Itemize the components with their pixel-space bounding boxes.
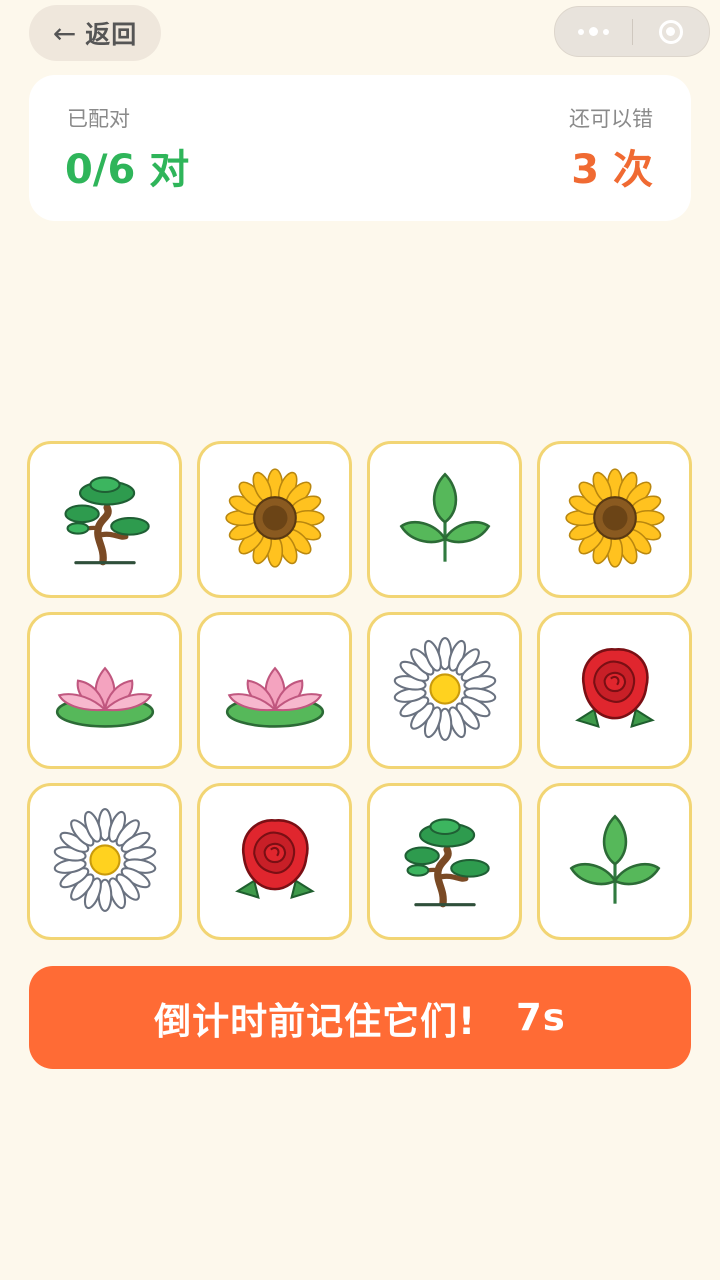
sprout-icon	[563, 808, 667, 916]
sunflower-icon	[223, 466, 327, 574]
daisy-icon	[53, 807, 157, 916]
more-dots-icon	[577, 27, 609, 36]
mistakes-label: 还可以错	[569, 107, 653, 131]
countdown-banner: 倒计时前记住它们! 7s	[29, 966, 691, 1069]
back-button[interactable]: ← 返回	[29, 5, 161, 61]
sunflower-icon	[563, 466, 667, 574]
memory-card[interactable]	[27, 783, 182, 940]
memory-card[interactable]	[27, 612, 182, 769]
lotus-icon	[223, 637, 327, 745]
sprout-icon	[393, 466, 497, 574]
rose-icon	[223, 808, 327, 916]
back-arrow-icon: ←	[52, 16, 78, 50]
matched-value: 0/6 对	[65, 147, 190, 193]
back-label: 返回	[85, 20, 138, 49]
countdown-seconds: 7s	[516, 996, 566, 1039]
memory-card[interactable]	[537, 612, 692, 769]
matched-label: 已配对	[67, 107, 130, 131]
memory-card[interactable]	[197, 783, 352, 940]
card-grid	[27, 441, 692, 940]
memory-card[interactable]	[367, 441, 522, 598]
memory-card[interactable]	[367, 612, 522, 769]
memory-card[interactable]	[197, 612, 352, 769]
mistakes-value: 3 次	[571, 147, 653, 193]
rose-icon	[563, 637, 667, 745]
memory-card[interactable]	[197, 441, 352, 598]
more-button[interactable]	[555, 7, 632, 56]
daisy-icon	[393, 636, 497, 745]
bonsai-icon	[53, 466, 157, 574]
memory-card[interactable]	[27, 441, 182, 598]
score-panel: 已配对 0/6 对 还可以错 3 次	[29, 75, 691, 221]
memory-card[interactable]	[367, 783, 522, 940]
close-button[interactable]	[633, 7, 710, 56]
lotus-icon	[53, 637, 157, 745]
target-close-icon	[658, 19, 683, 44]
memory-card[interactable]	[537, 783, 692, 940]
mini-program-capsule	[554, 6, 710, 57]
memory-card[interactable]	[537, 441, 692, 598]
bonsai-icon	[393, 808, 497, 916]
countdown-message: 倒计时前记住它们!	[154, 999, 477, 1043]
